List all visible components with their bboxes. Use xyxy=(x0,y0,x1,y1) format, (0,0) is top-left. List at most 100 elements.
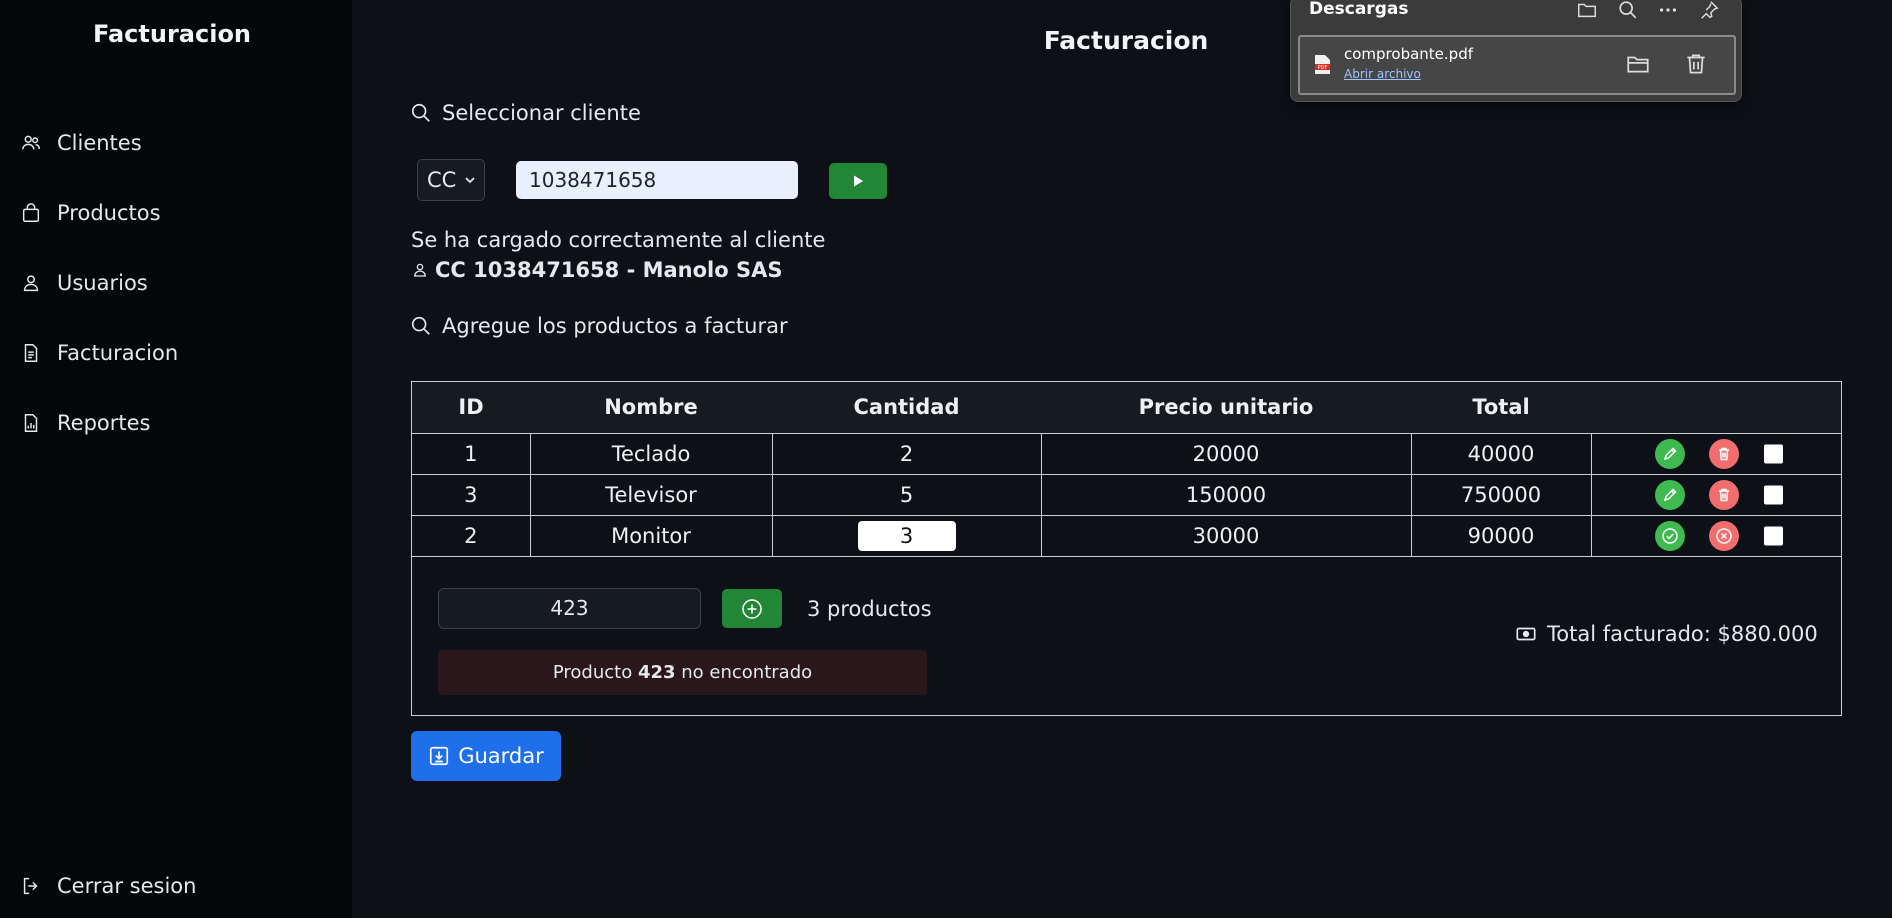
cash-icon xyxy=(1516,627,1536,641)
cell-id: 1 xyxy=(412,432,531,475)
pencil-icon xyxy=(1663,446,1677,460)
header-nombre: Nombre xyxy=(530,382,772,434)
cell-total: 750000 xyxy=(1410,473,1592,516)
brand-title: Facturacion xyxy=(92,20,252,48)
header-cantidad: Cantidad xyxy=(772,382,1041,434)
trash-icon xyxy=(1718,488,1729,501)
more-icon[interactable] xyxy=(1657,0,1679,21)
report-icon xyxy=(24,414,38,432)
delete-button[interactable] xyxy=(1708,438,1739,469)
confirm-button[interactable] xyxy=(1654,520,1685,551)
chevron-down-icon xyxy=(465,177,475,184)
row-checkbox[interactable] xyxy=(1763,526,1783,545)
logout-label: Cerrar sesion xyxy=(57,874,197,898)
client-info: CC 1038471658 - Manolo SAS xyxy=(411,258,782,282)
cell-total: 40000 xyxy=(1410,432,1592,475)
logout-icon xyxy=(23,877,38,895)
sidebar-item-label: Usuarios xyxy=(57,271,148,295)
error-prefix: Producto xyxy=(552,662,633,683)
client-info-text: CC 1038471658 - Manolo SAS xyxy=(435,258,783,282)
sidebar-item-clientes[interactable]: Clientes xyxy=(20,131,142,155)
total-label: Total facturado: $880.000 xyxy=(1547,622,1818,646)
product-id-input[interactable]: 423 xyxy=(438,588,701,629)
error-code: 423 xyxy=(637,662,676,683)
select-client-label: Seleccionar cliente xyxy=(442,101,641,125)
invoice-total: Total facturado: $880.000 xyxy=(1515,622,1818,646)
cell-actions xyxy=(1590,514,1841,557)
cell-price: 20000 xyxy=(1040,432,1412,475)
sidebar-item-reportes[interactable]: Reportes xyxy=(20,411,150,435)
product-count: 3 productos xyxy=(807,597,932,621)
quantity-input[interactable]: 3 xyxy=(857,520,956,551)
error-message: Producto 423 no encontrado xyxy=(438,650,927,695)
doc-type-select[interactable]: CC xyxy=(417,159,485,201)
doc-type-value: CC xyxy=(427,168,457,192)
sidebar-item-usuarios[interactable]: Usuarios xyxy=(20,271,148,295)
cell-name: Monitor xyxy=(529,514,773,557)
pin-icon[interactable] xyxy=(1698,0,1720,21)
bag-icon xyxy=(22,203,40,222)
open-folder-icon[interactable] xyxy=(1625,51,1651,77)
table-row: 3 Televisor 5 150000 750000 xyxy=(412,473,1841,516)
play-icon xyxy=(854,175,863,187)
svg-text:PDF: PDF xyxy=(1318,65,1328,71)
table-row-editing: 2 Monitor 3 30000 90000 xyxy=(412,514,1841,557)
header-precio-unitario: Precio unitario xyxy=(1041,382,1411,434)
save-label: Guardar xyxy=(458,744,544,768)
search-client-button[interactable] xyxy=(829,163,887,199)
client-loaded-message: Se ha cargado correctamente al cliente xyxy=(411,228,826,252)
sidebar-item-label: Clientes xyxy=(57,131,142,155)
downloads-panel: Descargas PDF comprobante.pdf Abrir arch… xyxy=(1290,0,1742,102)
download-item[interactable]: PDF comprobante.pdf Abrir archivo xyxy=(1298,35,1736,95)
user-icon xyxy=(23,275,39,292)
folder-icon[interactable] xyxy=(1576,0,1598,21)
cell-id: 3 xyxy=(412,473,531,516)
cell-qty: 5 xyxy=(771,473,1042,516)
sidebar: Facturacion Clientes Productos Usuarios … xyxy=(0,0,352,918)
sidebar-item-facturacion[interactable]: Facturacion xyxy=(20,341,178,365)
search-icon xyxy=(411,316,430,335)
cell-actions xyxy=(1590,432,1841,475)
error-suffix: no encontrado xyxy=(681,662,813,683)
plus-circle-icon xyxy=(742,598,762,619)
header-id: ID xyxy=(412,382,530,434)
sidebar-item-label: Productos xyxy=(57,201,161,225)
open-file-link[interactable]: Abrir archivo xyxy=(1344,67,1421,81)
table-row: 1 Teclado 2 20000 40000 xyxy=(412,432,1841,475)
download-icon xyxy=(430,746,449,766)
search-icon xyxy=(411,103,430,122)
invoice-table: ID Nombre Cantidad Precio unitario Total… xyxy=(412,382,1841,557)
save-button[interactable]: Guardar xyxy=(411,731,561,781)
row-checkbox[interactable] xyxy=(1763,444,1783,463)
cell-name: Televisor xyxy=(529,473,773,516)
cell-id: 2 xyxy=(412,514,531,557)
doc-number-input[interactable]: 1038471658 xyxy=(516,161,798,199)
table-header-row: ID Nombre Cantidad Precio unitario Total xyxy=(412,382,1841,434)
trash-icon[interactable] xyxy=(1683,51,1709,77)
page-title: Facturacion xyxy=(1043,26,1209,55)
add-products-heading: Agregue los productos a facturar xyxy=(410,314,788,338)
cell-actions xyxy=(1590,473,1841,516)
invoice-table-container: ID Nombre Cantidad Precio unitario Total… xyxy=(411,381,1842,716)
cell-price: 150000 xyxy=(1040,473,1412,516)
header-actions xyxy=(1591,382,1841,434)
cancel-button[interactable] xyxy=(1708,520,1739,551)
edit-button[interactable] xyxy=(1654,438,1685,469)
sidebar-item-label: Facturacion xyxy=(57,341,179,365)
sidebar-item-productos[interactable]: Productos xyxy=(20,201,161,225)
header-total: Total xyxy=(1411,382,1591,434)
pdf-file-icon: PDF xyxy=(1315,55,1330,74)
downloads-title: Descargas xyxy=(1309,0,1409,19)
users-icon xyxy=(22,135,40,150)
add-products-label: Agregue los productos a facturar xyxy=(442,314,788,338)
search-icon[interactable] xyxy=(1617,0,1639,21)
edit-button[interactable] xyxy=(1654,479,1685,510)
delete-button[interactable] xyxy=(1708,479,1739,510)
check-circle-icon xyxy=(1661,527,1678,544)
cell-qty: 3 xyxy=(771,514,1042,557)
row-checkbox[interactable] xyxy=(1763,485,1783,504)
add-product-button[interactable] xyxy=(722,589,782,628)
select-client-heading: Seleccionar cliente xyxy=(410,101,641,125)
logout-button[interactable]: Cerrar sesion xyxy=(20,874,196,898)
sidebar-item-label: Reportes xyxy=(57,411,151,435)
